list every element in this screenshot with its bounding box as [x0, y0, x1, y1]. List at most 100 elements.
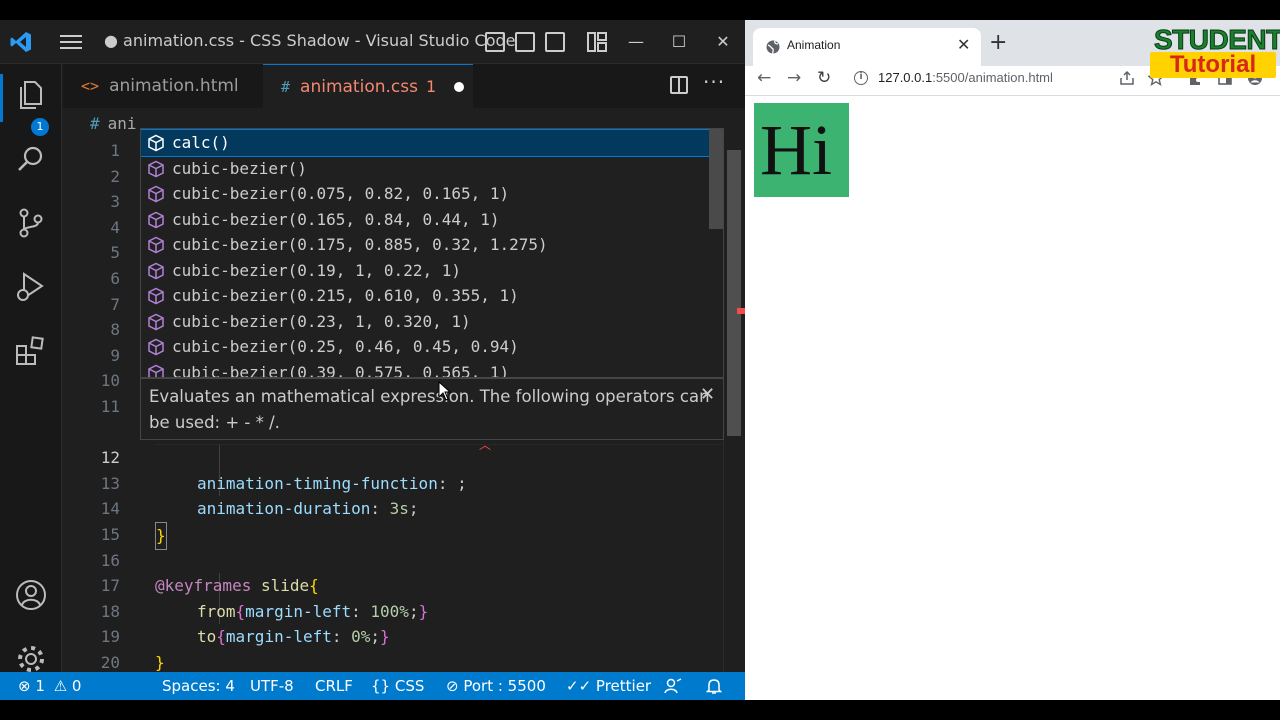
function-cube-icon	[148, 262, 164, 279]
maximize-icon[interactable]: ☐	[665, 28, 693, 56]
line-number: 1	[110, 141, 120, 160]
code-line: 15	[63, 496, 723, 544]
notifications-bell-icon[interactable]	[706, 678, 722, 695]
line-number: 6	[110, 269, 120, 288]
more-actions-icon[interactable]: ···	[703, 70, 725, 94]
extensions-icon[interactable]	[14, 334, 48, 368]
code-line: 20	[63, 624, 723, 672]
unsaved-dot-icon[interactable]	[454, 81, 465, 92]
code-line: 17 from{margin-left: 100%;}	[63, 548, 723, 621]
tab-label: animation.css	[300, 76, 418, 97]
run-debug-icon[interactable]	[14, 270, 48, 304]
live-server-status[interactable]: ⊘ Port : 5500	[446, 677, 546, 695]
function-cube-icon	[148, 211, 164, 228]
encoding-status[interactable]: UTF-8	[250, 677, 294, 695]
suggestion-details: Evaluates an mathematical expression. Th…	[140, 378, 724, 440]
suggestion-item[interactable]: cubic-bezier(0.175, 0.885, 0.32, 1.275)	[141, 232, 709, 258]
browser-window: Animation ✕ + ← → ↻ i 127.0.0.1:5500/ani…	[745, 20, 1280, 700]
suggestion-label: cubic-bezier(0.165, 0.84, 0.44, 1)	[172, 209, 500, 229]
close-tab-icon[interactable]: ✕	[957, 35, 970, 54]
feedback-icon[interactable]	[664, 678, 682, 694]
manage-gear-icon[interactable]	[14, 642, 48, 676]
code-line: 16 @keyframes slide{	[63, 522, 723, 596]
search-icon[interactable]	[14, 142, 48, 176]
suggestion-label: cubic-bezier(0.175, 0.885, 0.32, 1.275)	[172, 235, 548, 254]
forward-arrow-icon[interactable]: →	[787, 68, 801, 88]
explorer-icon[interactable]	[14, 78, 48, 112]
line-number: 3	[110, 192, 120, 212]
language-mode-status[interactable]: {} CSS	[371, 677, 424, 695]
line-number: 9	[110, 345, 120, 365]
close-window-icon[interactable]: ✕	[709, 28, 737, 56]
split-editor-icon[interactable]	[670, 76, 688, 94]
suggestion-item[interactable]: cubic-bezier(0.39, 0.575, 0.565, 1)	[141, 360, 709, 377]
css-file-icon: #	[281, 77, 291, 96]
warning-icon: ⚠	[53, 677, 68, 695]
code-line: 19 }	[63, 599, 723, 672]
suggestion-list: calc() cubic-bezier() cubic-bezier(0.075…	[140, 128, 724, 378]
suggestion-item[interactable]: cubic-bezier()	[141, 156, 709, 182]
toggle-primary-sidebar-icon[interactable]	[485, 32, 505, 52]
share-icon[interactable]	[1119, 70, 1135, 86]
prettier-status[interactable]: ✓✓ Prettier	[566, 677, 651, 695]
browser-tab[interactable]: Animation ✕	[753, 28, 981, 66]
box-text: Hi	[760, 110, 832, 190]
suggestion-label: cubic-bezier(0.25, 0.46, 0.45, 0.94)	[172, 337, 519, 356]
tab-animation-css[interactable]: # animation.css 1	[263, 64, 473, 108]
suggestion-label: cubic-bezier(0.215, 0.610, 0.355, 1)	[172, 286, 519, 305]
eol-status[interactable]: CRLF	[315, 677, 353, 695]
function-cube-icon	[148, 364, 164, 377]
suggestion-item[interactable]: cubic-bezier(0.25, 0.46, 0.45, 0.94)	[141, 334, 709, 360]
error-icon: ⊗	[18, 677, 31, 695]
account-icon[interactable]	[14, 578, 48, 612]
close-details-icon[interactable]: ✕	[700, 382, 715, 408]
back-arrow-icon[interactable]: ←	[757, 68, 771, 88]
window-title: ● animation.css - CSS Shadow - Visual St…	[104, 31, 516, 50]
tab-animation-html[interactable]: <> animation.html	[63, 64, 263, 108]
minimize-icon[interactable]: —	[622, 28, 650, 56]
address-bar[interactable]: i 127.0.0.1:5500/animation.html	[848, 66, 1148, 92]
suggestion-label: cubic-bezier(0.23, 1, 0.320, 1)	[172, 311, 471, 331]
suggestion-item[interactable]: calc()	[141, 129, 710, 157]
suggestion-item[interactable]: cubic-bezier(0.075, 0.82, 0.165, 1)	[141, 181, 709, 207]
editor-scrollbar-thumb[interactable]	[727, 150, 741, 436]
tab-label: animation.html	[109, 76, 239, 96]
error-count: 1	[35, 677, 45, 695]
problems-status[interactable]: ⊗ 1 ⚠ 0	[18, 677, 81, 695]
line-number: 10	[100, 371, 120, 391]
warning-count: 0	[71, 677, 82, 695]
status-bar: ⊗ 1 ⚠ 0 Spaces: 4 UTF-8 CRLF {} CSS ⊘ Po…	[0, 672, 745, 700]
indentation-status[interactable]: Spaces: 4	[162, 677, 235, 695]
reload-icon[interactable]: ↻	[817, 68, 831, 88]
activity-bar: 1	[0, 64, 62, 672]
editor-tab-bar: <> animation.html # animation.css 1 ···	[63, 64, 745, 108]
url-text: 127.0.0.1:5500/animation.html	[878, 70, 1053, 85]
function-cube-icon	[148, 338, 164, 356]
source-control-badge: 1	[31, 118, 49, 136]
customize-layout-icon[interactable]	[587, 32, 607, 52]
suggestion-item[interactable]: cubic-bezier(0.215, 0.610, 0.355, 1)	[141, 283, 709, 309]
suggestion-item[interactable]: cubic-bezier(0.19, 1, 0.22, 1)	[141, 258, 709, 284]
code-line: 18 to{margin-left: 0%;}	[63, 573, 723, 647]
source-control-icon[interactable]	[14, 206, 48, 240]
breadcrumb-file: ani	[107, 114, 137, 133]
toggle-secondary-sidebar-icon[interactable]	[545, 32, 565, 52]
function-cube-icon	[148, 287, 164, 305]
code-line: 13 animation-duration: 3s;	[63, 445, 723, 519]
browser-tab-title: Animation	[787, 38, 841, 52]
new-tab-icon[interactable]: +	[989, 30, 1007, 55]
suggestion-label: cubic-bezier(0.075, 0.82, 0.165, 1)	[172, 184, 510, 203]
language-label: CSS	[394, 677, 425, 695]
suggestion-item[interactable]: cubic-bezier(0.165, 0.84, 0.44, 1)	[141, 207, 709, 233]
letterbox-bottom	[0, 700, 1280, 720]
site-info-icon[interactable]: i	[854, 71, 868, 85]
suggestion-scrollbar[interactable]	[709, 129, 723, 229]
suggestion-item[interactable]: cubic-bezier(0.23, 1, 0.320, 1)	[141, 309, 709, 335]
toggle-panel-icon[interactable]	[515, 32, 535, 52]
hamburger-menu-icon[interactable]	[60, 31, 82, 53]
function-cube-icon	[148, 236, 164, 254]
html-file-icon: <>	[81, 77, 100, 95]
css-file-icon: #	[90, 114, 100, 133]
braces-icon: {}	[371, 677, 391, 695]
breadcrumb[interactable]: # ani	[90, 114, 137, 133]
